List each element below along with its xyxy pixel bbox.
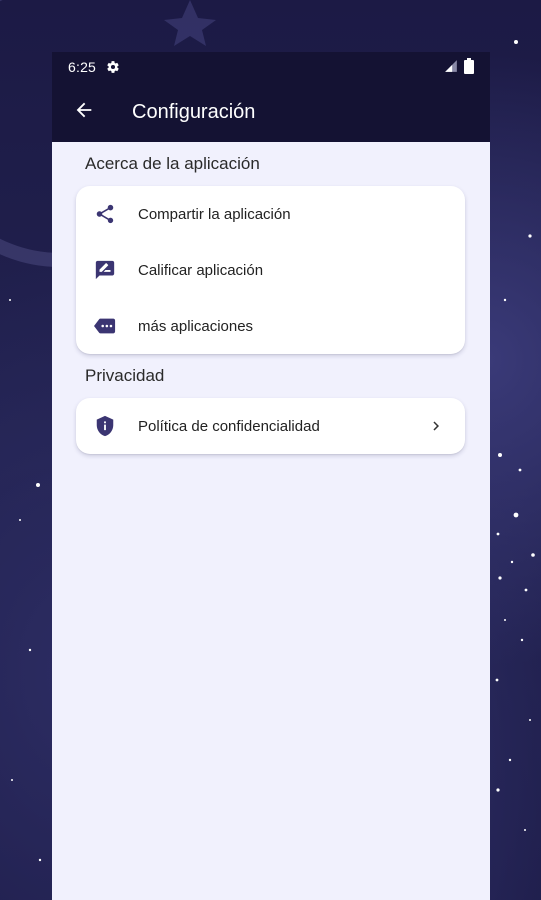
back-button[interactable] bbox=[56, 84, 112, 140]
rate-app-item[interactable]: Calificar aplicación bbox=[76, 242, 465, 298]
privacy-policy-item[interactable]: Política de confidencialidad bbox=[76, 398, 465, 454]
privacy-policy-label: Política de confidencialidad bbox=[138, 417, 320, 435]
rate-app-label: Calificar aplicación bbox=[138, 261, 264, 279]
more-apps-label: más aplicaciones bbox=[138, 317, 254, 335]
more-apps-item[interactable]: más aplicaciones bbox=[76, 298, 465, 354]
share-app-label: Compartir la aplicación bbox=[138, 205, 291, 223]
share-icon bbox=[93, 202, 117, 226]
privacy-card: Política de confidencialidad bbox=[76, 398, 465, 454]
arrow-back-icon bbox=[73, 99, 95, 126]
shield-icon bbox=[93, 414, 117, 438]
status-time: 6:25 bbox=[68, 59, 97, 75]
about-card: Compartir la aplicación Calificar aplica… bbox=[76, 186, 465, 354]
settings-content: Acerca de la aplicación Compartir la apl… bbox=[52, 142, 490, 900]
battery-icon bbox=[464, 57, 474, 77]
rate-review-icon bbox=[93, 258, 117, 282]
signal-icon bbox=[444, 59, 458, 76]
app-bar: Configuración bbox=[52, 82, 490, 142]
status-indicators bbox=[444, 57, 474, 77]
chevron-right-icon bbox=[427, 417, 445, 435]
section-header-about: Acerca de la aplicación bbox=[85, 154, 260, 173]
section-header-privacy: Privacidad bbox=[85, 366, 165, 385]
page-title: Configuración bbox=[132, 100, 256, 123]
more-apps-icon bbox=[93, 314, 117, 338]
settings-gear-icon bbox=[106, 60, 120, 74]
share-app-item[interactable]: Compartir la aplicación bbox=[76, 186, 465, 242]
status-bar: 6:25 bbox=[52, 52, 490, 82]
